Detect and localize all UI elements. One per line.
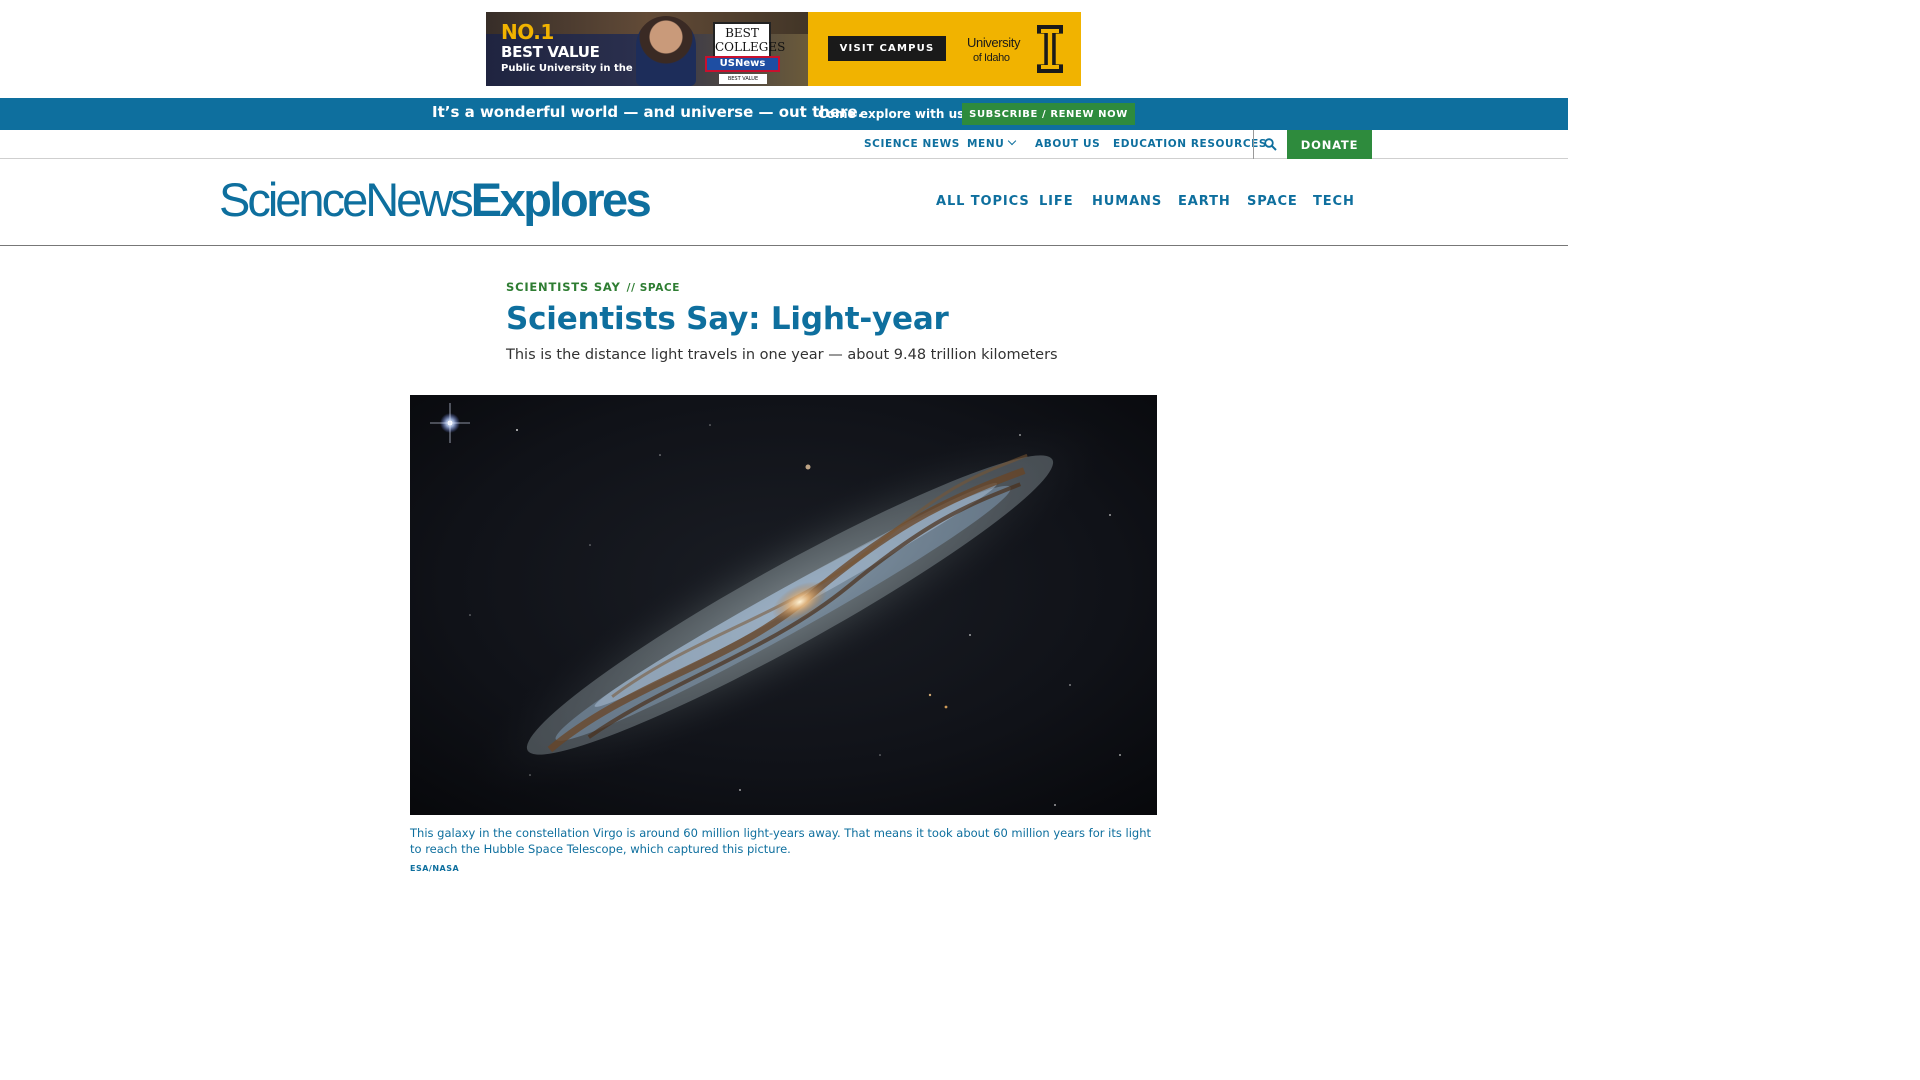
site-header: ScienceNewsExplores ALL TOPICS LIFE HUMA… — [0, 159, 1568, 246]
galaxy-illustration — [410, 395, 1157, 815]
nav-tech[interactable]: TECH — [1313, 194, 1355, 209]
nav-all-topics[interactable]: ALL TOPICS — [936, 194, 1030, 209]
utility-nav: SCIENCE NEWS MENU ABOUT US EDUCATION RES… — [0, 130, 1568, 159]
menu-label: MENU — [967, 138, 1005, 150]
nav-space[interactable]: SPACE — [1247, 194, 1298, 209]
site-logo[interactable]: ScienceNewsExplores — [219, 172, 652, 228]
subscribe-button[interactable]: SUBSCRIBE / RENEW NOW — [962, 103, 1135, 125]
advertisement-banner[interactable]: NO.1 BEST VALUE Public University in the… — [486, 12, 1081, 86]
promo-main-text: It’s a wonderful world — and universe — … — [432, 103, 864, 121]
ad-student-photo — [636, 16, 696, 86]
article-kicker: SCIENTISTS SAY // SPACE — [506, 276, 680, 295]
university-wordmark: University of Idaho — [967, 35, 1021, 65]
image-caption: This galaxy in the constellation Virgo i… — [410, 826, 1151, 856]
badge-footer: BEST VALUE SCHOOLS — [719, 74, 767, 84]
donate-button[interactable]: DONATE — [1287, 130, 1372, 159]
promo-banner: It’s a wonderful world — and universe — … — [0, 98, 1568, 130]
promo-sub-text: Come explore with us! — [818, 107, 970, 121]
featured-image-galaxy — [410, 395, 1157, 815]
nav-humans[interactable]: HUMANS — [1092, 194, 1162, 209]
ad-headline-no1: NO.1 — [501, 20, 554, 44]
article-title: Scientists Say: Light-year — [506, 301, 949, 337]
search-button[interactable] — [1254, 130, 1287, 159]
science-news-link[interactable]: SCIENCE NEWS — [864, 138, 960, 150]
image-credit: ESA/NASA — [410, 864, 460, 873]
kicker-topic-link[interactable]: // SPACE — [627, 282, 680, 294]
university-i-logo-inner — [1041, 29, 1059, 69]
about-us-link[interactable]: ABOUT US — [1035, 138, 1100, 150]
badge-title: BEST COLLEGES — [713, 22, 785, 58]
kicker-series-link[interactable]: SCIENTISTS SAY — [506, 280, 621, 294]
chevron-down-icon — [1008, 136, 1017, 146]
ad-headline-best: BEST VALUE — [501, 43, 600, 61]
nav-earth[interactable]: EARTH — [1178, 194, 1231, 209]
ad-left-panel: NO.1 BEST VALUE Public University in the… — [486, 12, 808, 86]
visit-campus-button[interactable]: VISIT CAMPUS — [828, 36, 946, 61]
nav-life[interactable]: LIFE — [1039, 194, 1073, 209]
badge-brand: USNews — [705, 56, 780, 72]
article-dek: This is the distance light travels in on… — [506, 347, 1058, 363]
education-resources-link[interactable]: EDUCATION RESOURCES — [1113, 138, 1267, 150]
search-icon — [1264, 138, 1277, 151]
ad-right-panel: VISIT CAMPUS University of Idaho — [808, 12, 1081, 86]
menu-toggle[interactable]: MENU — [967, 136, 1017, 150]
ad-rankings-badge: BESTCOLLEGES USNews BEST VALUE SCHOOLS — [705, 22, 785, 84]
